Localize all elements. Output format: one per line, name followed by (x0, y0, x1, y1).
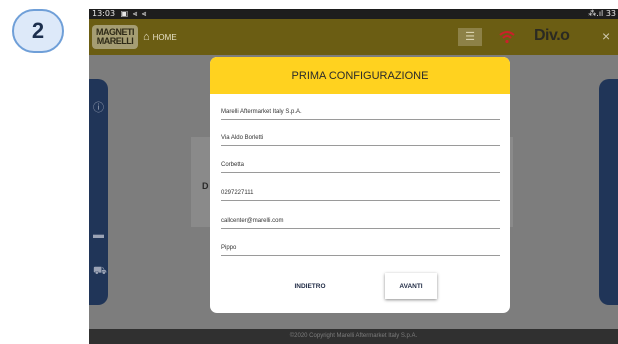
address-field[interactable]: Via Aldo Borletti (221, 134, 500, 146)
next-button[interactable]: AVANTI (385, 273, 437, 299)
name-field[interactable]: Pippo (221, 244, 500, 256)
home-link[interactable]: ⌂ HOME (143, 31, 177, 44)
wifi-icon (499, 31, 515, 44)
copyright-footer: ©2020 Copyright Marelli Aftermarket Ital… (89, 329, 618, 344)
status-notification-icons: ▣ ⫷ ⫷ (120, 9, 148, 18)
status-time: 13:03 (92, 9, 116, 18)
email-field[interactable]: callcenter@marelli.com (221, 217, 500, 229)
app-top-bar: MAGNETI MARELLI ⌂ HOME ☰ Div.o × (89, 19, 618, 55)
right-side-panel (599, 79, 618, 305)
home-icon: ⌂ (143, 31, 150, 43)
left-side-panel: ⓘ ▬ ⛟ (89, 79, 108, 305)
close-button[interactable]: × (602, 28, 610, 44)
company-name-field[interactable]: Marelli Aftermarket Italy S.p.A. (221, 108, 500, 120)
background-card-letter: D (202, 181, 209, 191)
next-button-label: AVANTI (399, 282, 423, 290)
tablet-screen: 13:03 ▣ ⫷ ⫷ ⁂.ıl 33 MAGNETI MARELLI ⌂ HOME… (89, 9, 618, 344)
dialog-header: PRIMA CONFIGURAZIONE (210, 57, 510, 94)
vehicle-icon[interactable]: ⛟ (93, 265, 107, 279)
status-bar: 13:03 ▣ ⫷ ⫷ ⁂.ıl 33 (89, 9, 618, 19)
info-icon[interactable]: ⓘ (93, 99, 104, 115)
step-number-badge: 2 (12, 9, 64, 53)
sliders-icon: ☰ (465, 31, 475, 43)
phone-field[interactable]: 0297227111 (221, 189, 500, 201)
city-field[interactable]: Corbetta (221, 161, 500, 173)
divo-brand-logo: Div.o (534, 27, 570, 44)
home-label: HOME (152, 33, 177, 42)
first-configuration-dialog: PRIMA CONFIGURAZIONE Marelli Aftermarket… (210, 57, 510, 313)
dialog-title: PRIMA CONFIGURAZIONE (291, 69, 429, 82)
battery-signal-indicator: ⁂.ıl 33 (588, 9, 616, 18)
folder-icon[interactable]: ▬ (93, 229, 104, 241)
magneti-marelli-logo: MAGNETI MARELLI (92, 25, 138, 49)
back-button[interactable]: INDIETRO (285, 273, 335, 299)
filter-settings-button[interactable]: ☰ (458, 28, 482, 46)
back-button-label: INDIETRO (294, 282, 326, 290)
